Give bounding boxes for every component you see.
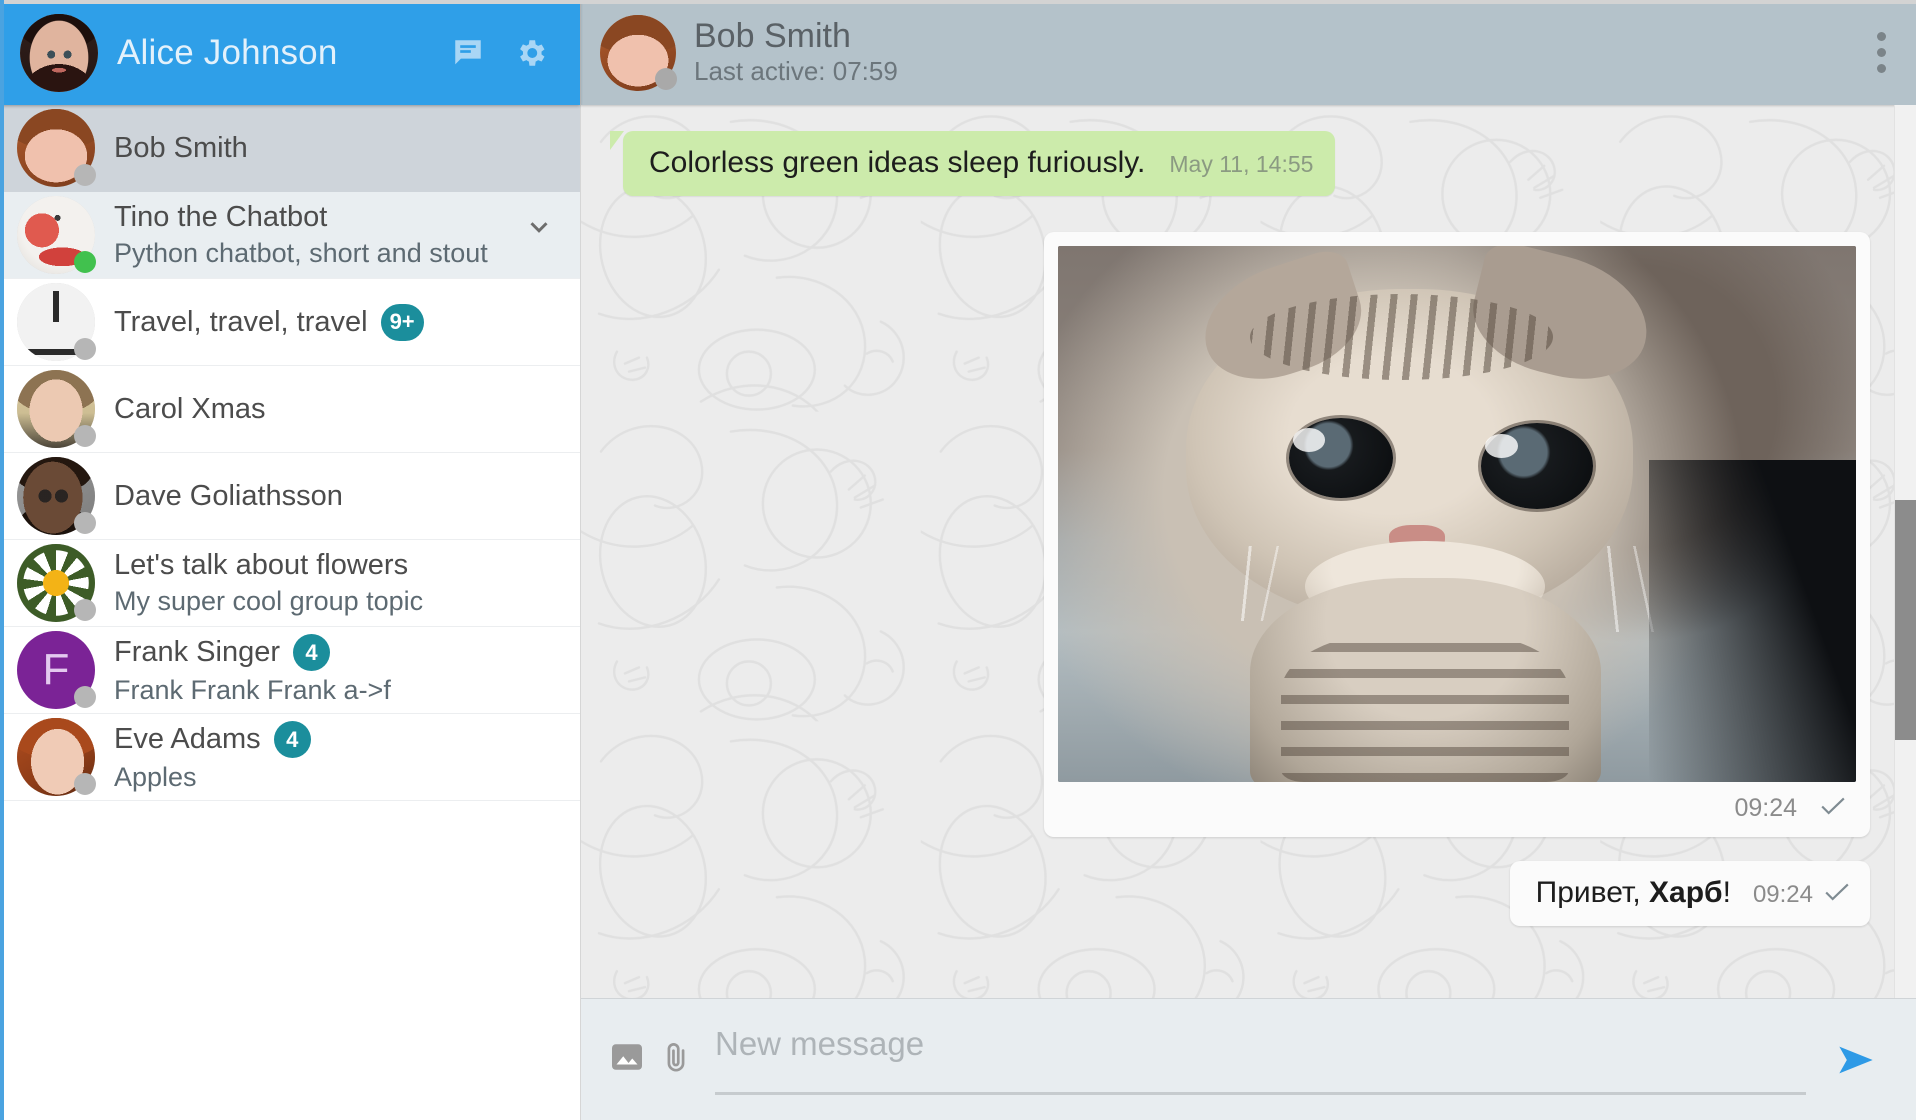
chat-list-item-tino-the-chatbot[interactable]: Tino the Chatbot Python chatbot, short a… [0, 192, 580, 279]
chat-name: Tino the Chatbot [114, 201, 328, 233]
chat-status: Last active: 07:59 [694, 56, 898, 87]
chat-subtitle: My super cool group topic [114, 586, 424, 616]
avatar [17, 544, 96, 622]
message-text: Привет, Харб! [1536, 876, 1731, 910]
sidebar-header: Alice Johnson [0, 0, 580, 105]
chat-name: Dave Goliathsson [114, 479, 343, 512]
chat-list-item-travel[interactable]: Travel, travel, travel 9+ [0, 279, 580, 366]
message-bubble-photo[interactable]: 09:24 [1044, 232, 1870, 837]
status-dot [74, 512, 96, 534]
chat-subtitle: Frank Frank Frank a->f [114, 675, 391, 705]
chat-subtitle: Python chatbot, short and stout [114, 238, 488, 268]
avatar [17, 196, 96, 274]
message-time: 09:24 [1752, 881, 1813, 908]
chat-bubble-icon[interactable] [451, 36, 485, 70]
status-dot [74, 338, 96, 360]
message-text-bold: Харб [1649, 876, 1723, 909]
window-top-strip [0, 0, 1916, 4]
message-time: 09:24 [1734, 794, 1797, 822]
chat-subtitle: Apples [114, 762, 197, 792]
chat-name: Eve Adams [114, 723, 261, 755]
kebab-menu-icon[interactable] [1869, 22, 1894, 83]
current-user-name: Alice Johnson [117, 32, 338, 72]
sidebar: Alice Johnson Bob Smith Tino the Chatbot… [0, 0, 581, 1120]
unread-badge: 4 [273, 721, 311, 758]
message-text-tail: ! [1722, 876, 1731, 909]
send-icon[interactable] [1816, 1034, 1882, 1086]
status-dot [74, 599, 96, 621]
chevron-down-icon[interactable] [524, 206, 554, 242]
chat-list-item-lets-talk-about-flowers[interactable]: Let's talk about flowers My super cool g… [0, 540, 580, 627]
image-icon[interactable] [609, 1039, 645, 1080]
chat-name: Carol Xmas [114, 392, 266, 425]
chat-list-item-eve-adams[interactable]: Eve Adams 4 Apples [0, 714, 580, 801]
message-time: May 11, 14:55 [1169, 151, 1314, 177]
input-underline [715, 1091, 1806, 1095]
avatar [17, 283, 96, 361]
chat-name: Frank Singer [114, 636, 281, 668]
avatar [17, 718, 96, 796]
paperclip-icon[interactable] [659, 1040, 693, 1079]
status-dot [74, 425, 96, 447]
message-row-outgoing-photo: 09:24 [595, 196, 1870, 837]
status-dot [74, 686, 96, 708]
chat-header-avatar[interactable] [600, 14, 677, 91]
chat-title: Bob Smith [694, 17, 851, 56]
message-row-outgoing-text: Привет, Харб! 09:24 [595, 837, 1870, 926]
avatar [17, 370, 96, 448]
message-bubble-incoming[interactable]: Colorless green ideas sleep furiously. M… [609, 131, 1336, 196]
avatar [17, 109, 96, 187]
telegram-window: Alice Johnson Bob Smith Tino the Chatbot… [0, 0, 1916, 1120]
kitten-photo[interactable] [1058, 246, 1856, 782]
gear-icon[interactable] [514, 36, 548, 70]
avatar [17, 457, 96, 535]
message-text-plain: Привет, [1535, 876, 1650, 909]
read-check-icon [1820, 796, 1846, 821]
status-dot [74, 164, 96, 186]
chat-scrollbar-thumb[interactable] [1895, 500, 1916, 740]
chat-list-item-frank-singer[interactable]: F Frank Singer 4 Frank Frank Frank a->f [0, 627, 580, 714]
status-dot [74, 773, 96, 795]
chat-name: Bob Smith [114, 131, 248, 164]
message-list: Colorless green ideas sleep furiously. M… [581, 105, 1916, 998]
unread-badge: 4 [293, 634, 331, 671]
avatar: F [17, 631, 96, 709]
chat-list-item-dave-goliathsson[interactable]: Dave Goliathsson [0, 453, 580, 540]
chat-pane: Bob Smith Last active: 07:59 Colorless g… [581, 0, 1916, 1120]
read-check-icon [1824, 882, 1850, 907]
chat-name: Travel, travel, travel [114, 305, 368, 338]
window-left-accent [0, 0, 4, 1120]
chat-name: Let's talk about flowers [114, 549, 409, 581]
message-text: Colorless green ideas sleep furiously. [649, 146, 1146, 179]
status-dot-online [74, 251, 96, 273]
chat-list-item-bob-smith[interactable]: Bob Smith [0, 105, 580, 192]
chat-list[interactable]: Bob Smith Tino the Chatbot Python chatbo… [0, 105, 580, 1120]
unread-badge: 9+ [380, 303, 424, 341]
chat-scrollbar[interactable] [1894, 105, 1916, 998]
chat-header: Bob Smith Last active: 07:59 [581, 0, 1916, 105]
message-composer [581, 998, 1916, 1120]
message-row-incoming: Colorless green ideas sleep furiously. M… [595, 127, 1870, 196]
chat-list-item-carol-xmas[interactable]: Carol Xmas [0, 366, 580, 453]
current-user-avatar[interactable] [20, 13, 98, 92]
status-dot [655, 67, 677, 90]
message-input[interactable] [715, 1024, 1816, 1089]
message-bubble-outgoing[interactable]: Привет, Харб! 09:24 [1509, 861, 1870, 926]
